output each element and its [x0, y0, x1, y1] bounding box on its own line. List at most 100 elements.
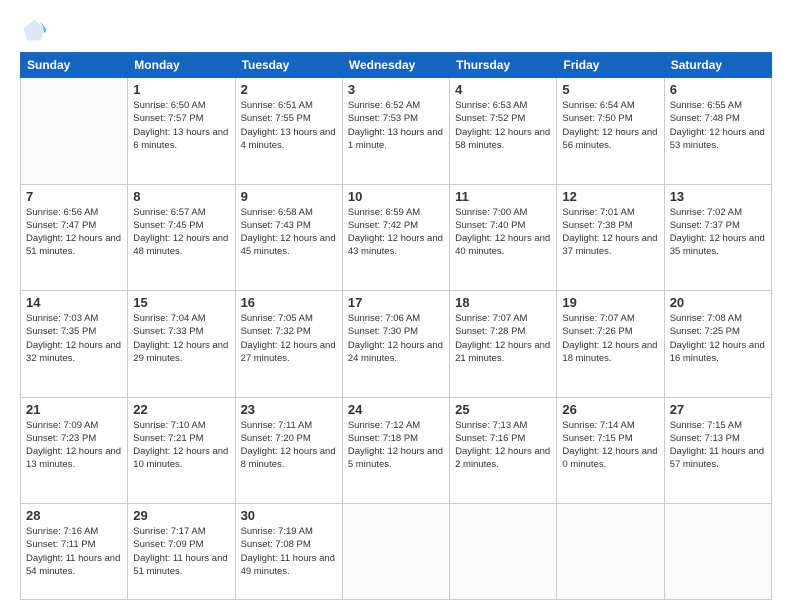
calendar-cell: 25 Sunrise: 7:13 AMSunset: 7:16 PMDayligh… — [450, 397, 557, 504]
day-number: 15 — [133, 295, 229, 310]
day-info: Sunrise: 7:12 AMSunset: 7:18 PMDaylight:… — [348, 419, 444, 472]
calendar-cell: 26 Sunrise: 7:14 AMSunset: 7:15 PMDayligh… — [557, 397, 664, 504]
calendar-cell: 20Sunrise: 7:08 AMSunset: 7:25 PMDayligh… — [664, 291, 771, 398]
day-number: 13 — [670, 189, 766, 204]
calendar-week-row: 1 Sunrise: 6:50 AMSunset: 7:57 PMDaylight… — [21, 78, 772, 185]
day-number: 11 — [455, 189, 551, 204]
calendar-cell: 8 Sunrise: 6:57 AMSunset: 7:45 PMDaylight… — [128, 184, 235, 291]
calendar-cell: 11 Sunrise: 7:00 AMSunset: 7:40 PMDayligh… — [450, 184, 557, 291]
day-info: Sunrise: 6:59 AMSunset: 7:42 PMDaylight:… — [348, 206, 444, 259]
calendar-cell: 27Sunrise: 7:15 AMSunset: 7:13 PMDayligh… — [664, 397, 771, 504]
day-number: 2 — [241, 82, 337, 97]
day-number: 9 — [241, 189, 337, 204]
calendar-cell — [342, 504, 449, 600]
calendar-cell: 29Sunrise: 7:17 AMSunset: 7:09 PMDayligh… — [128, 504, 235, 600]
day-number: 10 — [348, 189, 444, 204]
calendar-cell: 22Sunrise: 7:10 AMSunset: 7:21 PMDayligh… — [128, 397, 235, 504]
calendar-cell: 3 Sunrise: 6:52 AMSunset: 7:53 PMDaylight… — [342, 78, 449, 185]
calendar-header-monday: Monday — [128, 53, 235, 78]
calendar-cell: 23 Sunrise: 7:11 AMSunset: 7:20 PMDayligh… — [235, 397, 342, 504]
day-number: 22 — [133, 402, 229, 417]
calendar-cell: 15 Sunrise: 7:04 AMSunset: 7:33 PMDayligh… — [128, 291, 235, 398]
day-info: Sunrise: 7:04 AMSunset: 7:33 PMDaylight:… — [133, 312, 229, 365]
calendar-week-row: 28 Sunrise: 7:16 AMSunset: 7:11 PMDayligh… — [21, 504, 772, 600]
calendar-cell — [664, 504, 771, 600]
calendar-header-row: SundayMondayTuesdayWednesdayThursdayFrid… — [21, 53, 772, 78]
day-info: Sunrise: 7:11 AMSunset: 7:20 PMDaylight:… — [241, 419, 337, 472]
calendar-cell: 28 Sunrise: 7:16 AMSunset: 7:11 PMDayligh… — [21, 504, 128, 600]
calendar-cell: 17 Sunrise: 7:06 AMSunset: 7:30 PMDayligh… — [342, 291, 449, 398]
day-info: Sunrise: 7:14 AMSunset: 7:15 PMDaylight:… — [562, 419, 658, 472]
calendar-cell: 30Sunrise: 7:19 AMSunset: 7:08 PMDayligh… — [235, 504, 342, 600]
day-number: 28 — [26, 508, 122, 523]
day-info: Sunrise: 6:53 AMSunset: 7:52 PMDaylight:… — [455, 99, 551, 152]
day-info: Sunrise: 6:57 AMSunset: 7:45 PMDaylight:… — [133, 206, 229, 259]
calendar-cell: 10 Sunrise: 6:59 AMSunset: 7:42 PMDayligh… — [342, 184, 449, 291]
day-info: Sunrise: 7:08 AMSunset: 7:25 PMDaylight:… — [670, 312, 766, 365]
day-number: 17 — [348, 295, 444, 310]
calendar-cell: 18 Sunrise: 7:07 AMSunset: 7:28 PMDayligh… — [450, 291, 557, 398]
day-number: 19 — [562, 295, 658, 310]
day-info: Sunrise: 6:55 AMSunset: 7:48 PMDaylight:… — [670, 99, 766, 152]
logo — [20, 16, 52, 44]
day-info: Sunrise: 7:15 AMSunset: 7:13 PMDaylight:… — [670, 419, 766, 472]
calendar-cell: 16Sunrise: 7:05 AMSunset: 7:32 PMDayligh… — [235, 291, 342, 398]
day-number: 5 — [562, 82, 658, 97]
calendar-cell: 13 Sunrise: 7:02 AMSunset: 7:37 PMDayligh… — [664, 184, 771, 291]
day-info: Sunrise: 7:00 AMSunset: 7:40 PMDaylight:… — [455, 206, 551, 259]
calendar-cell: 1 Sunrise: 6:50 AMSunset: 7:57 PMDaylight… — [128, 78, 235, 185]
logo-icon — [20, 16, 48, 44]
day-info: Sunrise: 7:02 AMSunset: 7:37 PMDaylight:… — [670, 206, 766, 259]
day-number: 23 — [241, 402, 337, 417]
day-number: 21 — [26, 402, 122, 417]
calendar-header-wednesday: Wednesday — [342, 53, 449, 78]
calendar-cell: 6Sunrise: 6:55 AMSunset: 7:48 PMDaylight… — [664, 78, 771, 185]
calendar-cell: 21 Sunrise: 7:09 AMSunset: 7:23 PMDayligh… — [21, 397, 128, 504]
day-info: Sunrise: 7:01 AMSunset: 7:38 PMDaylight:… — [562, 206, 658, 259]
day-number: 8 — [133, 189, 229, 204]
day-info: Sunrise: 7:17 AMSunset: 7:09 PMDaylight:… — [133, 525, 229, 578]
page: SundayMondayTuesdayWednesdayThursdayFrid… — [0, 0, 792, 612]
header — [20, 16, 772, 44]
day-number: 25 — [455, 402, 551, 417]
day-number: 24 — [348, 402, 444, 417]
day-number: 12 — [562, 189, 658, 204]
calendar-cell: 2 Sunrise: 6:51 AMSunset: 7:55 PMDaylight… — [235, 78, 342, 185]
day-info: Sunrise: 7:16 AMSunset: 7:11 PMDaylight:… — [26, 525, 122, 578]
day-info: Sunrise: 7:09 AMSunset: 7:23 PMDaylight:… — [26, 419, 122, 472]
day-number: 1 — [133, 82, 229, 97]
calendar-cell — [21, 78, 128, 185]
day-number: 26 — [562, 402, 658, 417]
calendar-week-row: 21 Sunrise: 7:09 AMSunset: 7:23 PMDayligh… — [21, 397, 772, 504]
day-number: 14 — [26, 295, 122, 310]
day-info: Sunrise: 6:50 AMSunset: 7:57 PMDaylight:… — [133, 99, 229, 152]
calendar-cell: 9 Sunrise: 6:58 AMSunset: 7:43 PMDaylight… — [235, 184, 342, 291]
day-number: 16 — [241, 295, 337, 310]
calendar-cell: 7Sunrise: 6:56 AMSunset: 7:47 PMDaylight… — [21, 184, 128, 291]
day-info: Sunrise: 6:54 AMSunset: 7:50 PMDaylight:… — [562, 99, 658, 152]
day-info: Sunrise: 6:51 AMSunset: 7:55 PMDaylight:… — [241, 99, 337, 152]
calendar-cell: 12 Sunrise: 7:01 AMSunset: 7:38 PMDayligh… — [557, 184, 664, 291]
calendar-week-row: 7Sunrise: 6:56 AMSunset: 7:47 PMDaylight… — [21, 184, 772, 291]
calendar-header-friday: Friday — [557, 53, 664, 78]
calendar-cell — [557, 504, 664, 600]
calendar: SundayMondayTuesdayWednesdayThursdayFrid… — [20, 52, 772, 600]
calendar-cell — [450, 504, 557, 600]
day-info: Sunrise: 7:13 AMSunset: 7:16 PMDaylight:… — [455, 419, 551, 472]
day-number: 30 — [241, 508, 337, 523]
day-info: Sunrise: 7:07 AMSunset: 7:28 PMDaylight:… — [455, 312, 551, 365]
calendar-header-sunday: Sunday — [21, 53, 128, 78]
day-info: Sunrise: 7:07 AMSunset: 7:26 PMDaylight:… — [562, 312, 658, 365]
day-number: 4 — [455, 82, 551, 97]
day-number: 3 — [348, 82, 444, 97]
day-info: Sunrise: 6:52 AMSunset: 7:53 PMDaylight:… — [348, 99, 444, 152]
calendar-cell: 19 Sunrise: 7:07 AMSunset: 7:26 PMDayligh… — [557, 291, 664, 398]
day-info: Sunrise: 7:06 AMSunset: 7:30 PMDaylight:… — [348, 312, 444, 365]
calendar-header-saturday: Saturday — [664, 53, 771, 78]
calendar-cell: 4 Sunrise: 6:53 AMSunset: 7:52 PMDaylight… — [450, 78, 557, 185]
day-info: Sunrise: 6:56 AMSunset: 7:47 PMDaylight:… — [26, 206, 122, 259]
day-number: 18 — [455, 295, 551, 310]
calendar-header-tuesday: Tuesday — [235, 53, 342, 78]
calendar-cell: 14Sunrise: 7:03 AMSunset: 7:35 PMDayligh… — [21, 291, 128, 398]
day-info: Sunrise: 6:58 AMSunset: 7:43 PMDaylight:… — [241, 206, 337, 259]
